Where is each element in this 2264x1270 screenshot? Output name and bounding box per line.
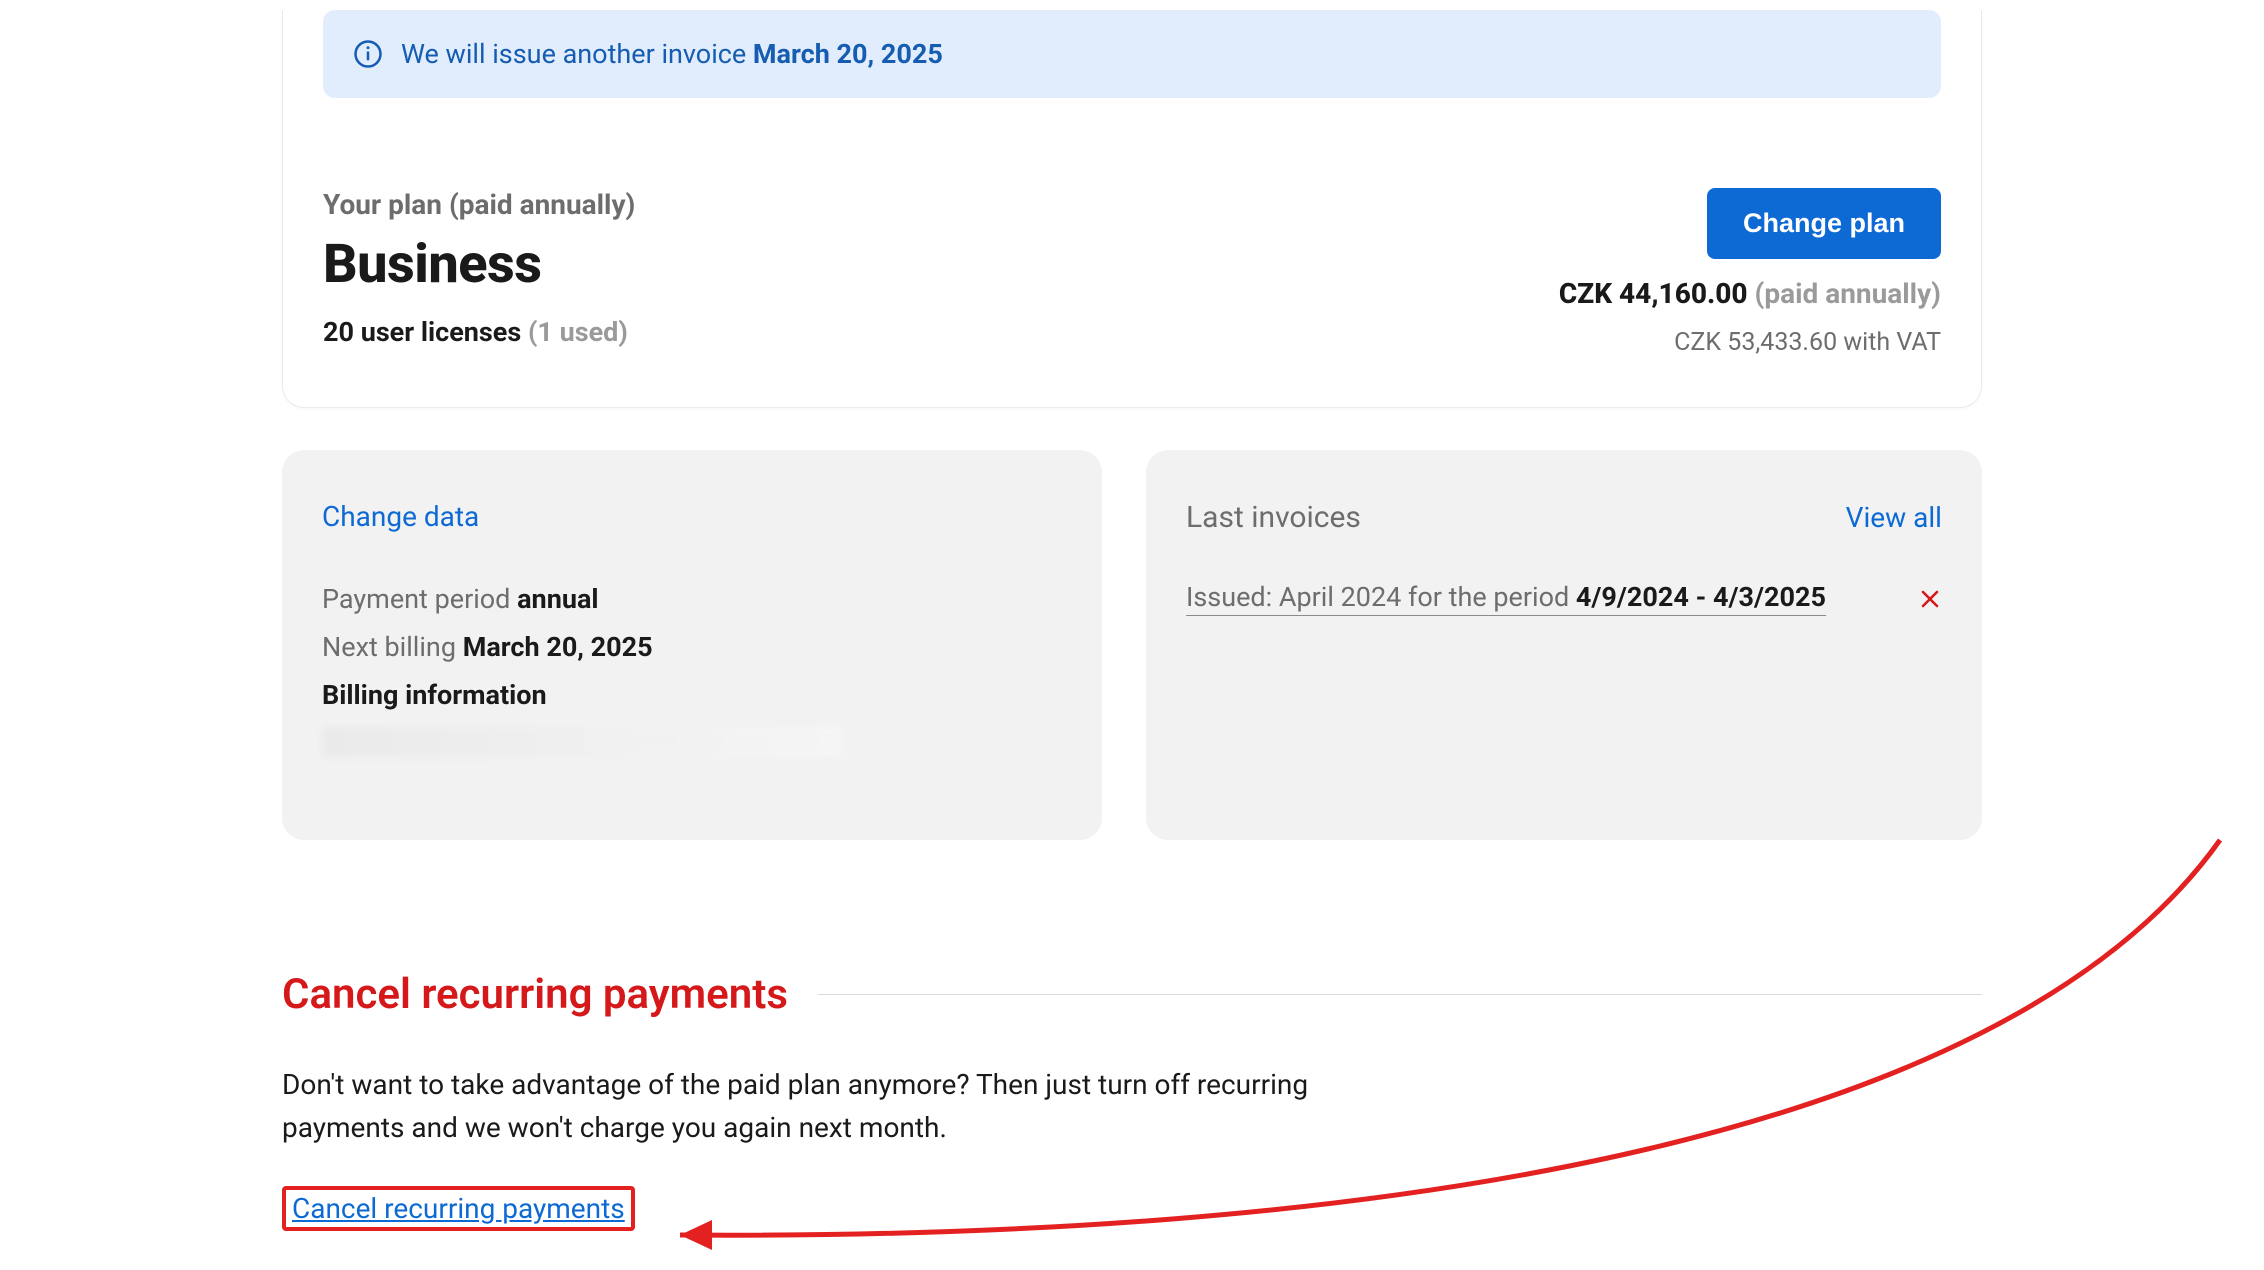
- info-icon: [353, 39, 383, 69]
- next-invoice-text: We will issue another invoice March 20, …: [401, 38, 943, 70]
- invoice-row: Issued: April 2024 for the period 4/9/20…: [1186, 581, 1942, 616]
- billing-info-label: Billing information: [322, 679, 1062, 711]
- cancel-link-highlight: Cancel recurring payments: [282, 1186, 635, 1231]
- licenses-line: 20 user licenses (1 used): [323, 316, 635, 348]
- invoices-card: Last invoices View all Issued: April 202…: [1146, 450, 1982, 840]
- plan-name: Business: [323, 233, 635, 296]
- payment-period: Payment period annual: [322, 583, 1062, 615]
- plan-card: We will issue another invoice March 20, …: [282, 10, 1982, 408]
- close-icon[interactable]: [1918, 587, 1942, 611]
- change-plan-button[interactable]: Change plan: [1707, 188, 1941, 259]
- billing-info-redacted: [322, 727, 842, 757]
- next-billing: Next billing March 20, 2025: [322, 631, 1062, 663]
- view-all-link[interactable]: View all: [1846, 501, 1942, 534]
- plan-label: Your plan (paid annually): [323, 188, 635, 221]
- next-invoice-banner: We will issue another invoice March 20, …: [323, 10, 1941, 98]
- divider: [818, 994, 1982, 995]
- price-line: CZK 44,160.00 (paid annually): [1559, 277, 1941, 310]
- invoice-link[interactable]: Issued: April 2024 for the period 4/9/20…: [1186, 581, 1826, 616]
- change-data-link[interactable]: Change data: [322, 500, 1062, 533]
- invoices-title: Last invoices: [1186, 500, 1361, 535]
- vat-line: CZK 53,433.60 with VAT: [1674, 328, 1941, 357]
- cancel-text: Don't want to take advantage of the paid…: [282, 1063, 1382, 1150]
- cancel-section: Cancel recurring payments Don't want to …: [282, 970, 1982, 1231]
- billing-card: Change data Payment period annual Next b…: [282, 450, 1102, 840]
- cancel-heading: Cancel recurring payments: [282, 970, 788, 1019]
- cancel-recurring-link[interactable]: Cancel recurring payments: [292, 1192, 625, 1225]
